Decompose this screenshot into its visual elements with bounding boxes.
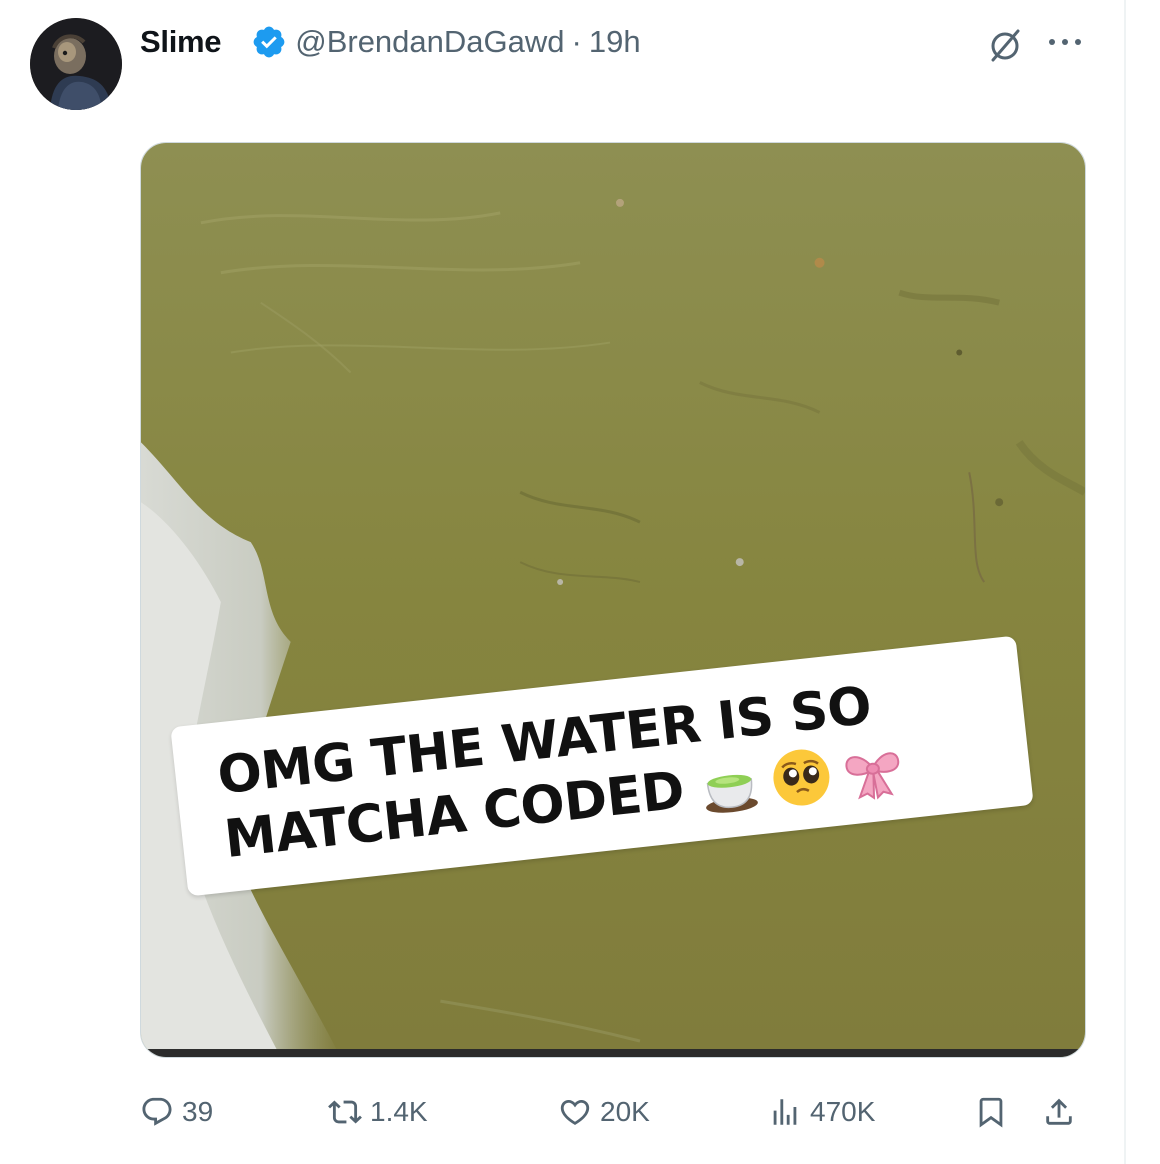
repost-icon xyxy=(328,1100,362,1124)
timestamp[interactable]: 19h xyxy=(589,24,641,60)
share-button[interactable] xyxy=(1042,1090,1076,1134)
reply-icon xyxy=(142,1097,172,1126)
avatar-image xyxy=(30,18,122,110)
media-image xyxy=(141,143,1085,1057)
column-divider xyxy=(1124,0,1126,1164)
reply-count: 39 xyxy=(182,1096,214,1127)
tweet[interactable]: Slime @BrendanDaGawd · 19h OMG THE WATER… xyxy=(0,0,1160,1164)
pink-ribbon-emoji xyxy=(845,752,899,800)
reply-button[interactable]: 39 xyxy=(140,1090,213,1134)
pleading-face-emoji xyxy=(773,749,830,806)
grok-icon[interactable] xyxy=(985,25,1025,65)
more-icon[interactable] xyxy=(1046,35,1084,49)
verified-badge-icon[interactable] xyxy=(251,24,287,60)
tea-cup-emoji xyxy=(705,774,758,813)
like-count: 20K xyxy=(600,1096,650,1127)
tweet-media[interactable]: OMG THE WATER IS SO MATCHA CODED xyxy=(140,142,1086,1058)
like-button[interactable]: 20K xyxy=(558,1090,650,1134)
display-name[interactable]: Slime xyxy=(140,24,222,60)
bookmark-button[interactable] xyxy=(974,1090,1008,1134)
views-button[interactable]: 470K xyxy=(768,1090,875,1134)
bookmark-icon xyxy=(979,1097,1003,1128)
like-icon xyxy=(560,1099,590,1125)
share-icon xyxy=(1046,1098,1072,1125)
separator-dot: · xyxy=(571,24,582,59)
views-count: 470K xyxy=(810,1096,876,1127)
views-icon xyxy=(773,1099,797,1125)
handle[interactable]: @BrendanDaGawd xyxy=(295,24,564,60)
tweet-actions: 39 1.4K 20K 470K xyxy=(140,1090,1086,1134)
repost-button[interactable]: 1.4K xyxy=(328,1090,428,1134)
repost-count: 1.4K xyxy=(370,1096,428,1127)
tweet-header: Slime @BrendanDaGawd · 19h xyxy=(140,22,641,62)
avatar[interactable] xyxy=(30,18,122,110)
